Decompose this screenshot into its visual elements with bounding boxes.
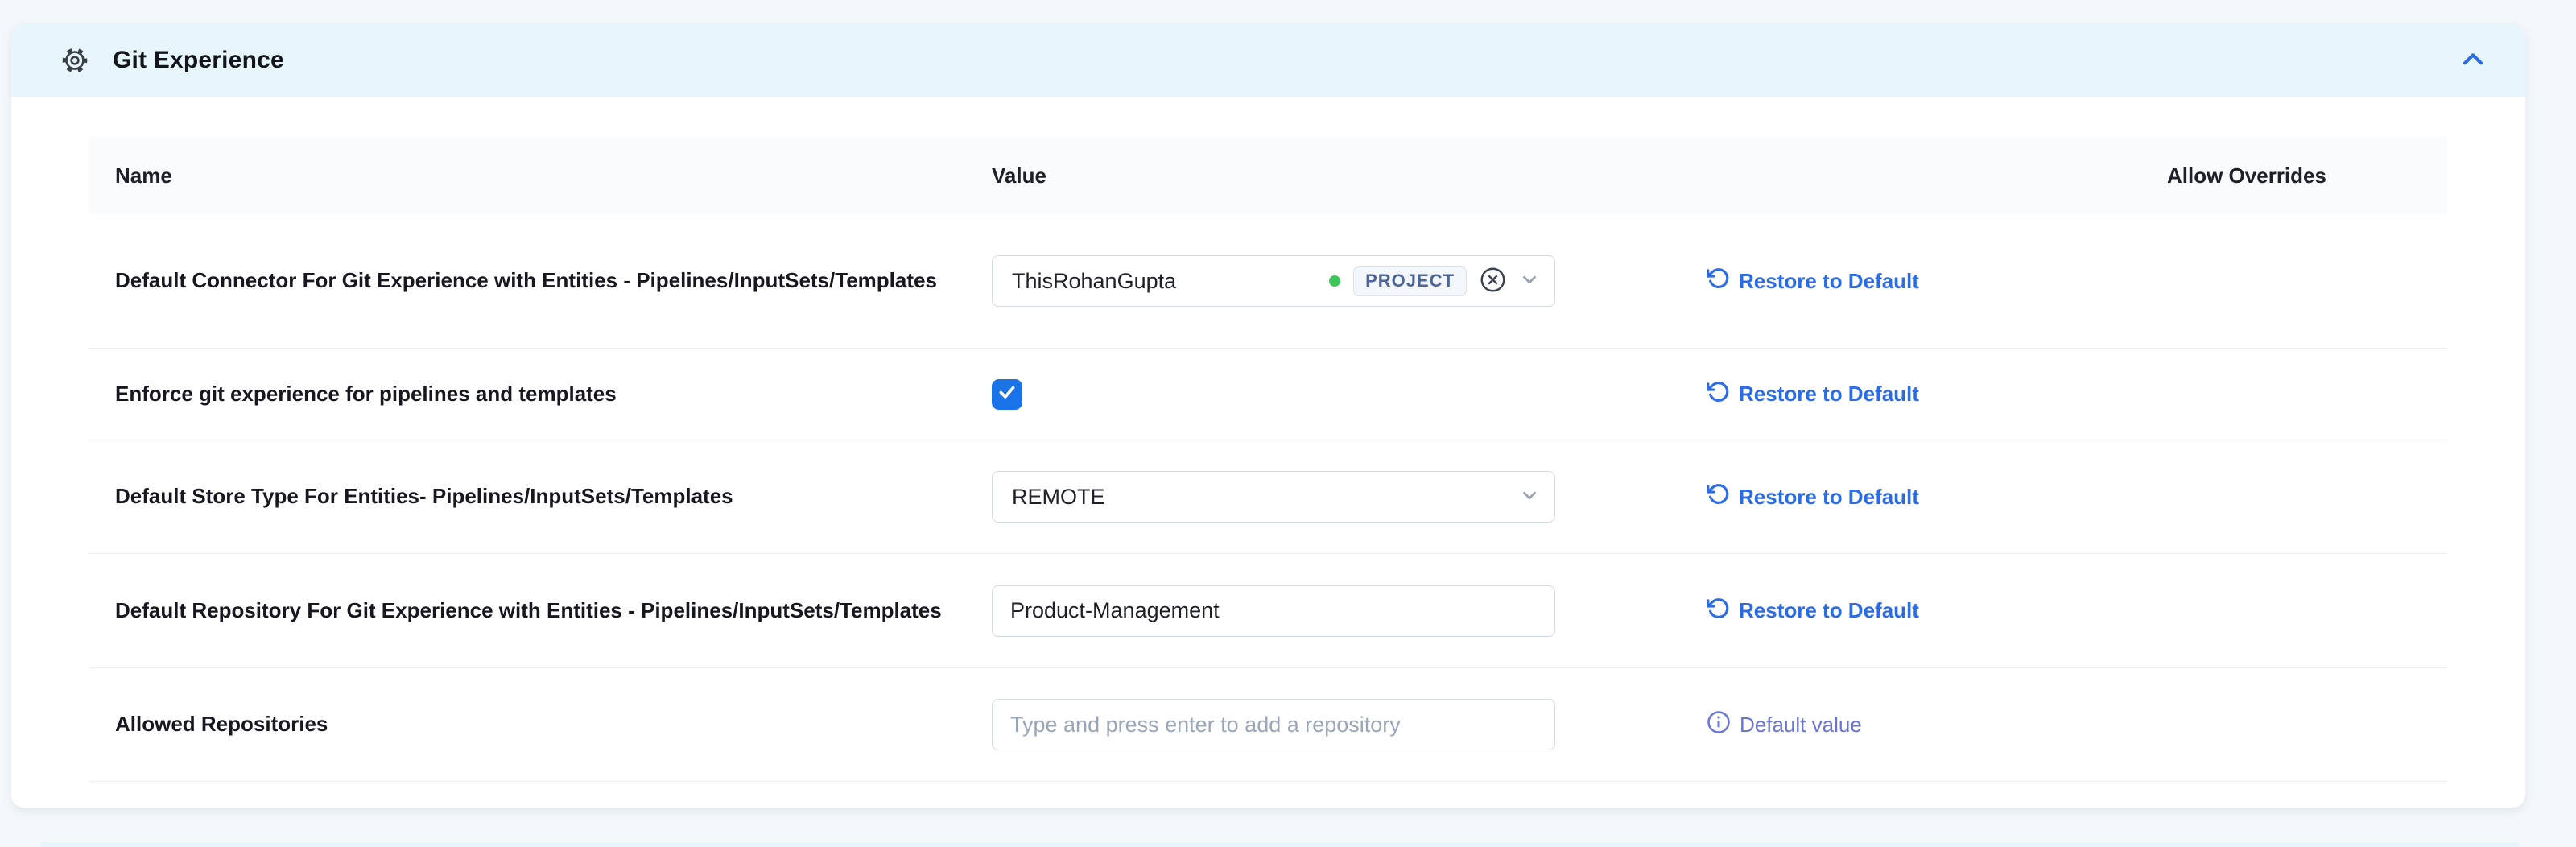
store-type-value: REMOTE bbox=[1012, 485, 1105, 510]
restore-icon bbox=[1707, 597, 1730, 626]
setting-row-store-type: Default Store Type For Entities- Pipelin… bbox=[89, 440, 2447, 554]
connector-name: ThisRohanGupta bbox=[1012, 269, 1176, 294]
chevron-down-icon bbox=[1519, 485, 1540, 510]
column-header-name: Name bbox=[89, 163, 992, 188]
x-circle-icon bbox=[1480, 266, 1506, 295]
restore-icon bbox=[1707, 266, 1730, 295]
allowed-repositories-input[interactable] bbox=[992, 699, 1555, 750]
check-icon bbox=[997, 382, 1018, 407]
column-header-allow-overrides: Allow Overrides bbox=[2125, 163, 2447, 188]
setting-row-enforce-git: Enforce git experience for pipelines and… bbox=[89, 349, 2447, 440]
setting-label: Default Connector For Git Experience wit… bbox=[89, 267, 992, 295]
section-header[interactable]: Git Experience bbox=[11, 24, 2525, 97]
next-section-header-edge[interactable] bbox=[40, 842, 2520, 847]
setting-label: Allowed Repositories bbox=[89, 711, 992, 738]
store-type-select[interactable]: REMOTE bbox=[992, 471, 1555, 523]
enforce-git-checkbox[interactable] bbox=[992, 379, 1022, 410]
git-experience-section-card: Git Experience Name Value Allow Override… bbox=[11, 24, 2525, 808]
restore-default-button[interactable]: Restore to Default bbox=[1707, 266, 1919, 295]
settings-table: Name Value Allow Overrides Default Conne… bbox=[89, 137, 2447, 782]
column-header-value: Value bbox=[992, 163, 1699, 188]
setting-label: Default Repository For Git Experience wi… bbox=[89, 597, 992, 625]
restore-default-button[interactable]: Restore to Default bbox=[1707, 597, 1919, 626]
chevron-down-icon[interactable] bbox=[1519, 269, 1540, 294]
setting-row-allowed-repositories: Allowed Repositories Default value bbox=[89, 668, 2447, 782]
scope-badge: PROJECT bbox=[1353, 266, 1467, 296]
collapse-button[interactable] bbox=[2459, 46, 2487, 76]
gear-icon bbox=[58, 43, 92, 77]
setting-label: Enforce git experience for pipelines and… bbox=[89, 381, 992, 408]
chevron-up-icon bbox=[2459, 46, 2487, 76]
section-title: Git Experience bbox=[113, 47, 284, 74]
setting-row-default-connector: Default Connector For Git Experience wit… bbox=[89, 214, 2447, 349]
table-header-row: Name Value Allow Overrides bbox=[89, 137, 2447, 214]
restore-icon bbox=[1707, 482, 1730, 511]
connector-status-dot-icon bbox=[1329, 275, 1340, 287]
setting-row-default-repository: Default Repository For Git Experience wi… bbox=[89, 554, 2447, 668]
default-repository-input[interactable] bbox=[992, 585, 1555, 637]
default-value-label: Default value bbox=[1707, 710, 1862, 740]
restore-icon bbox=[1707, 380, 1730, 409]
setting-label: Default Store Type For Entities- Pipelin… bbox=[89, 483, 992, 510]
restore-default-button[interactable]: Restore to Default bbox=[1707, 380, 1919, 409]
connector-select[interactable]: ThisRohanGupta PROJECT bbox=[992, 255, 1555, 307]
info-icon bbox=[1707, 710, 1731, 740]
restore-default-button[interactable]: Restore to Default bbox=[1707, 482, 1919, 511]
clear-connector-button[interactable] bbox=[1480, 266, 1506, 295]
